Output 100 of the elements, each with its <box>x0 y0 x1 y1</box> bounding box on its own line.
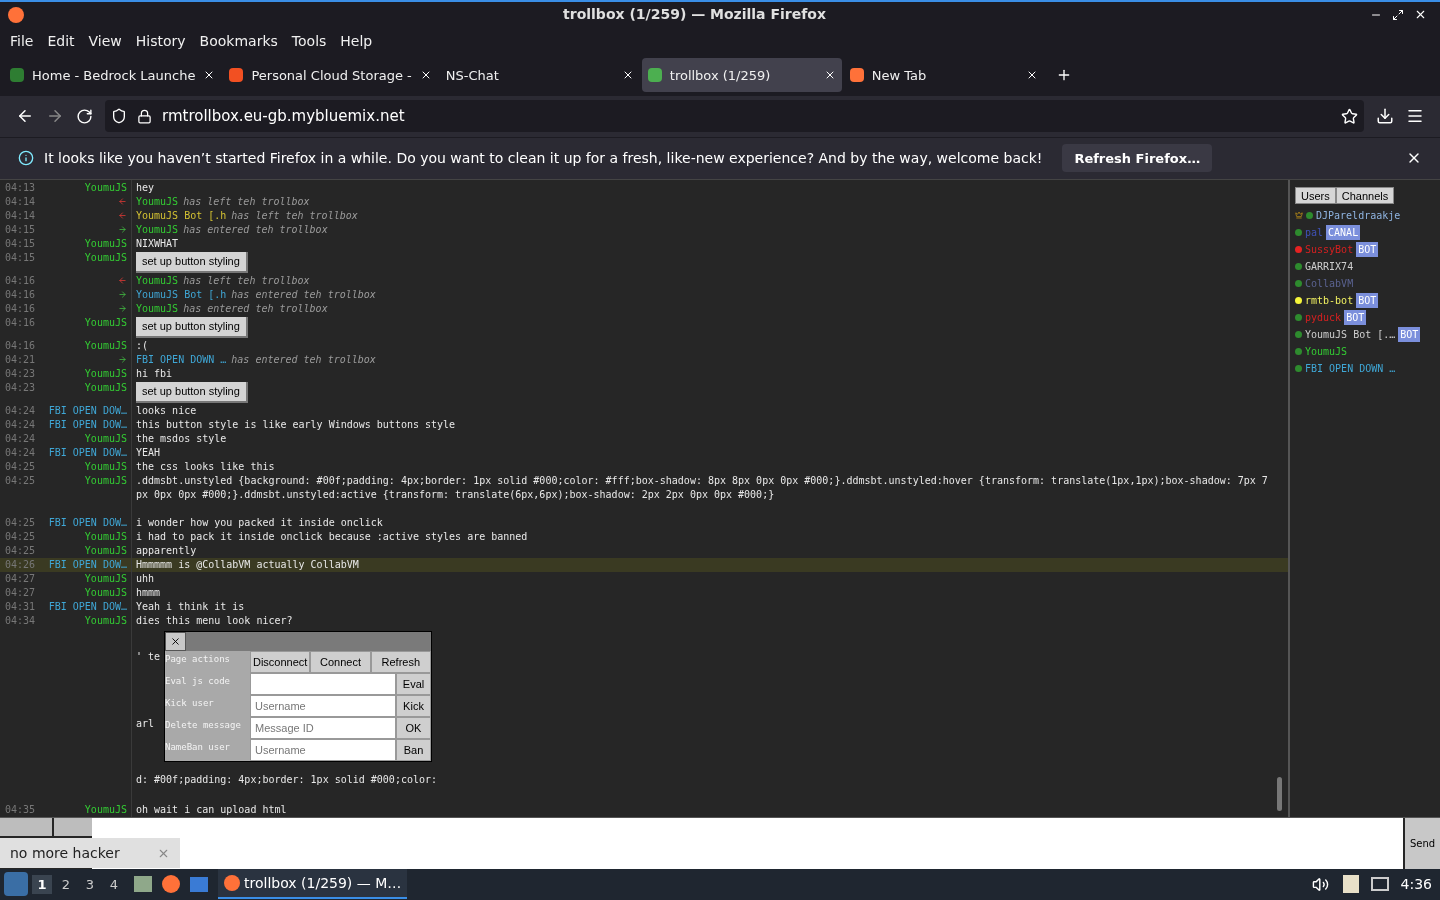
message-text: the msdos style <box>136 431 228 446</box>
username: YoumuJS <box>136 194 179 209</box>
timestamp: 04:26 <box>4 557 37 572</box>
autocomplete-suggestion[interactable]: no more hacker <box>0 838 180 868</box>
user-name[interactable]: YoumuJS Bot [.… <box>1305 326 1396 342</box>
user-name[interactable]: FBI OPEN DOWN … <box>1305 360 1396 376</box>
username: YoumuJS <box>84 571 127 586</box>
message-text: uhh <box>136 571 156 586</box>
browser-tab[interactable]: NS-Chat <box>439 58 640 93</box>
message-text: Hmmmmm is @CollabVM actually CollabVM <box>136 557 360 572</box>
timestamp: 04:25 <box>4 473 37 488</box>
right-arrow-icon <box>118 304 127 314</box>
browser-tab[interactable]: Home - Bedrock Launche <box>4 58 222 93</box>
timestamp: 04:27 <box>4 585 37 600</box>
lock-icon <box>137 108 152 124</box>
input-field[interactable]: Message ID <box>250 716 396 739</box>
username: FBI OPEN DOW… <box>48 445 127 460</box>
menu-item[interactable]: Edit <box>41 30 81 52</box>
workspace-button[interactable]: 1 <box>32 874 52 895</box>
message-text: ' te <box>136 650 161 662</box>
timestamp: 04:16 <box>4 315 37 330</box>
username: YoumuJS <box>84 380 127 395</box>
right-arrow-icon <box>118 355 127 365</box>
message-text: this button style is like early Windows buttons style <box>136 417 457 432</box>
menu-button[interactable]: Connect <box>310 650 371 673</box>
workspace-button[interactable]: 4 <box>104 874 124 895</box>
timestamp: 04:16 <box>4 338 37 353</box>
reload-icon[interactable] <box>76 107 93 125</box>
left-arrow-icon <box>118 211 127 221</box>
message-button[interactable]: set up button styling <box>136 381 248 403</box>
menu-label: Delete message <box>165 718 242 732</box>
workspace-button[interactable]: 3 <box>80 874 100 895</box>
address-bar[interactable]: rmtrollbox.eu-gb.mybluemix.net <box>105 100 1364 133</box>
menu-button[interactable]: Disconnect <box>250 650 311 673</box>
username: YoumuJS <box>136 222 179 237</box>
menu-item[interactable]: History <box>129 30 192 52</box>
send-button[interactable]: Send <box>1405 817 1440 869</box>
user-name[interactable]: GARRIX74 <box>1305 258 1354 274</box>
message-text: oh wait i can upload html <box>136 802 288 817</box>
input-field[interactable]: Username <box>250 738 396 761</box>
browser-tab[interactable]: Personal Cloud Storage - <box>223 58 438 93</box>
sidebar-tab[interactable]: Channels <box>1335 186 1395 204</box>
input-side-block <box>0 817 52 836</box>
right-arrow-icon <box>118 290 127 300</box>
url-text: rmtrollbox.eu-gb.mybluemix.net <box>162 106 406 128</box>
browser-tab[interactable]: New Tab <box>843 58 1044 93</box>
taskbar-task[interactable]: trollbox (1/259) — M… <box>218 869 408 900</box>
user-name[interactable]: rmtb-bot <box>1305 292 1354 308</box>
username: YoumuJS <box>84 613 127 628</box>
menu-item[interactable]: File <box>4 30 40 52</box>
clock: 4:36 <box>1400 874 1432 894</box>
username: FBI OPEN DOW… <box>48 403 127 418</box>
message-text: hi fbi <box>136 366 174 381</box>
input-field[interactable] <box>250 672 396 695</box>
workspace-button[interactable]: 2 <box>56 874 76 895</box>
message-text: i wonder how you packed it inside onclick <box>136 515 384 530</box>
username: YoumuJS <box>84 459 127 474</box>
timestamp: 04:23 <box>4 380 37 395</box>
timestamp: 04:16 <box>4 287 37 302</box>
timestamp: 04:14 <box>4 194 37 209</box>
menu-item[interactable]: View <box>82 30 128 52</box>
menu-button[interactable]: Eval <box>396 672 431 695</box>
download-icon[interactable] <box>1376 107 1394 126</box>
menu-item[interactable]: Bookmarks <box>193 30 284 52</box>
menu-item[interactable]: Help <box>334 30 379 52</box>
menu-button[interactable]: Ban <box>396 738 431 761</box>
user-name[interactable]: DJPareldraakje <box>1316 207 1401 223</box>
input-side-block <box>54 817 92 836</box>
close-button[interactable] <box>165 631 186 651</box>
message-button[interactable]: set up button styling <box>136 251 248 273</box>
menu-button[interactable]: OK <box>396 716 431 739</box>
user-name[interactable]: YoumuJS <box>1305 343 1348 359</box>
bookmark-star-icon[interactable] <box>1341 107 1358 125</box>
menu-item[interactable]: Tools <box>285 30 333 52</box>
info-icon <box>18 150 34 167</box>
username: YoumuJS <box>84 802 127 817</box>
timestamp: 04:13 <box>4 180 37 195</box>
user-badge: BOT <box>1356 241 1379 257</box>
scrollbar-thumb[interactable] <box>1277 776 1282 811</box>
sidebar-tab[interactable]: Users <box>1295 186 1336 204</box>
menu-label: NameBan user <box>165 740 232 754</box>
message-text: YEAH <box>136 445 162 460</box>
tab-title: New Tab <box>871 66 928 85</box>
message-text: hmmm <box>136 585 162 600</box>
timestamp: 04:24 <box>4 417 37 432</box>
message-text: Yeah i think it is <box>136 599 246 614</box>
volume-icon[interactable] <box>1311 875 1329 893</box>
message-button[interactable]: set up button styling <box>136 316 248 338</box>
input-field[interactable]: Username <box>250 694 396 717</box>
username: YoumuJS <box>84 338 127 353</box>
maximize-icon[interactable] <box>1392 8 1404 21</box>
menu-button[interactable]: Kick <box>396 694 431 717</box>
event-text: has entered teh trollbox <box>183 222 328 237</box>
message-text: NIXWHAT <box>136 236 180 251</box>
message-text: dies this menu look nicer? <box>136 613 294 628</box>
browser-tab[interactable]: trollbox (1/259) <box>641 58 842 93</box>
username: FBI OPEN DOW… <box>48 599 127 614</box>
message-text: arl <box>136 717 155 729</box>
username: YoumuJS <box>84 585 127 600</box>
refresh-firefox-button[interactable]: Refresh Firefox… <box>1062 144 1213 173</box>
